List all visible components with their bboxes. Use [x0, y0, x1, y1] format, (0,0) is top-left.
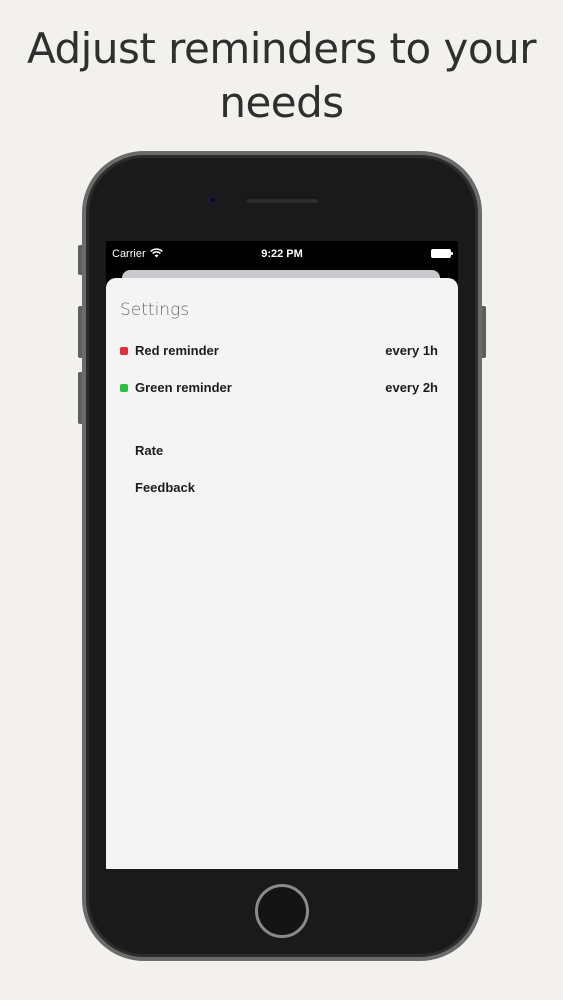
red-reminder-dot	[120, 347, 128, 355]
rate-label: Rate	[135, 443, 164, 458]
reminder-interval[interactable]: every 2h	[385, 380, 438, 395]
headline-line-1: Adjust reminders to your	[27, 24, 536, 73]
phone-screen: Carrier 9:22 PM Settings Red reminder ev…	[106, 241, 458, 869]
headline-line-2: needs	[219, 78, 344, 127]
status-bar: Carrier 9:22 PM	[106, 241, 458, 267]
reminder-row-red[interactable]: Red reminder every 1h	[120, 341, 438, 365]
headline: Adjust reminders to your needs	[0, 22, 563, 130]
settings-sheet: Settings Red reminder every 1h Green rem…	[106, 278, 458, 869]
feedback-label: Feedback	[135, 480, 195, 495]
status-time: 9:22 PM	[261, 248, 303, 260]
front-camera	[208, 195, 218, 205]
reminder-row-green[interactable]: Green reminder every 2h	[120, 378, 438, 402]
reminder-label: Red reminder	[135, 343, 219, 358]
green-reminder-dot	[120, 384, 128, 392]
home-button	[255, 884, 309, 938]
reminder-interval[interactable]: every 1h	[385, 343, 438, 358]
reminder-label: Green reminder	[135, 380, 232, 395]
rate-button[interactable]: Rate	[120, 441, 438, 465]
settings-title: Settings	[120, 300, 190, 320]
feedback-button[interactable]: Feedback	[120, 478, 438, 502]
battery-icon	[431, 249, 453, 258]
screenshot-page: Adjust reminders to your needs Carrier 9…	[0, 0, 563, 1000]
earpiece-speaker	[245, 197, 319, 203]
